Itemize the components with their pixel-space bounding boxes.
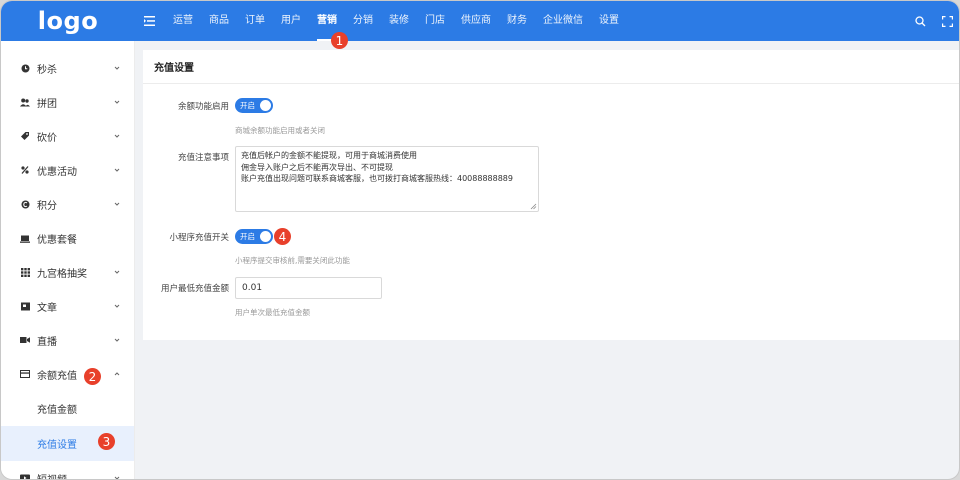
- chevron-down-icon: [114, 270, 120, 274]
- sidebar-item-jifen[interactable]: 积分: [1, 187, 134, 221]
- app-window: logo 运营 商品 订单 用户 营销 分销 装修 门店 供应商 财务 企业微信…: [0, 0, 960, 480]
- sidebar-item-jiugonggechoujiang[interactable]: 九宫格抽奖: [1, 255, 134, 289]
- sidebar-item-label: 拼团: [37, 98, 57, 110]
- chevron-down-icon: [114, 66, 120, 70]
- sidebar-item-label: 优惠套餐: [37, 234, 77, 246]
- notice-label: 充值注意事项: [177, 153, 229, 163]
- switch-text: 开启: [240, 232, 255, 241]
- nav-item-gongyingshang[interactable]: 供应商: [453, 1, 499, 41]
- sidebar-item-label: 秒杀: [37, 64, 57, 76]
- switch-knob: [260, 100, 271, 111]
- mini-program-hint: 小程序提交审核前,需要关闭此功能: [235, 256, 350, 265]
- nav-item-yunying[interactable]: 运营: [165, 1, 201, 41]
- chevron-down-icon: [114, 338, 120, 342]
- nav-item-caiwu[interactable]: 财务: [499, 1, 535, 41]
- sidebar: 秒杀 拼团 砍价 优惠活动 积分 优惠套餐 九宫格抽奖 文章 直播 余额充值 充…: [1, 41, 135, 480]
- sidebar-sub-chongzhijine[interactable]: 充值金额: [1, 391, 134, 426]
- sidebar-item-label: 砍价: [37, 132, 57, 144]
- sidebar-item-label: 优惠活动: [37, 166, 77, 178]
- balance-enable-label: 余额功能启用: [177, 102, 229, 112]
- notice-textarea[interactable]: 充值后帐户的金额不能提现，可用于商城消费使用 佣金导入账户之后不能再次导出、不可…: [235, 146, 539, 212]
- nav-item-shangpin[interactable]: 商品: [201, 1, 237, 41]
- menu-toggle-icon[interactable]: [137, 1, 161, 41]
- sidebar-item-label: 直播: [37, 336, 57, 348]
- min-amount-input[interactable]: 0.01: [235, 277, 382, 299]
- mini-program-switch[interactable]: 开启: [235, 229, 273, 244]
- search-icon[interactable]: [915, 12, 926, 31]
- notice-line: 充值后帐户的金额不能提现，可用于商城消费使用: [241, 151, 417, 160]
- nav-item-dingdan[interactable]: 订单: [237, 1, 273, 41]
- short-video-icon: [19, 472, 31, 479]
- sidebar-item-label: 余额充值: [37, 370, 77, 382]
- callout-marker: 4: [274, 228, 291, 245]
- sidebar-item-zhibo[interactable]: 直播: [1, 323, 134, 357]
- chevron-down-icon: [114, 134, 120, 138]
- callout-marker: 1: [331, 32, 348, 49]
- sidebar-item-yuechongzhi[interactable]: 余额充值: [1, 357, 134, 391]
- sidebar-sub-label: 充值金额: [37, 405, 77, 416]
- nav-item-fenxiao[interactable]: 分销: [345, 1, 381, 41]
- tag-icon: [19, 130, 31, 142]
- main-nav: 运营 商品 订单 用户 营销 分销 装修 门店 供应商 财务 企业微信 设置: [165, 1, 627, 41]
- nav-item-shezhi[interactable]: 设置: [591, 1, 627, 41]
- min-amount-hint: 用户单次最低充值金额: [235, 308, 310, 317]
- callout-marker: 2: [84, 368, 101, 385]
- chevron-down-icon: [114, 202, 120, 206]
- sidebar-item-pintuan[interactable]: 拼团: [1, 85, 134, 119]
- logo: logo: [37, 7, 99, 35]
- article-icon: [19, 300, 31, 312]
- top-bar: logo 运营 商品 订单 用户 营销 分销 装修 门店 供应商 财务 企业微信…: [1, 1, 959, 41]
- notice-line: 账户充值出现问题可联系商城客服，也可拨打商城客服热线：40088888889: [241, 174, 513, 183]
- resize-grip-icon[interactable]: [530, 203, 537, 210]
- chevron-up-icon: [114, 372, 120, 376]
- switch-knob: [260, 231, 271, 242]
- balance-enable-switch[interactable]: 开启: [235, 98, 273, 113]
- sidebar-item-label: 短视频: [37, 474, 67, 480]
- nav-item-qiyeweixin[interactable]: 企业微信: [535, 1, 591, 41]
- mini-program-label: 小程序充值开关: [169, 233, 229, 243]
- wallet-icon: [19, 368, 31, 380]
- min-amount-label: 用户最低充值金额: [160, 284, 229, 294]
- sidebar-sub-label: 充值设置: [37, 440, 77, 451]
- nav-item-yonghu[interactable]: 用户: [273, 1, 309, 41]
- sidebar-item-duanshipin[interactable]: 短视频: [1, 461, 134, 480]
- video-icon: [19, 334, 31, 346]
- chevron-down-icon: [114, 476, 120, 479]
- sidebar-item-label: 积分: [37, 200, 57, 212]
- nav-item-zhuangxiu[interactable]: 装修: [381, 1, 417, 41]
- chevron-down-icon: [114, 100, 120, 104]
- sidebar-item-youhuitaocan[interactable]: 优惠套餐: [1, 221, 134, 255]
- nav-item-mendian[interactable]: 门店: [417, 1, 453, 41]
- balance-enable-hint: 商城余额功能启用或者关闭: [235, 126, 325, 135]
- group-icon: [19, 96, 31, 108]
- switch-text: 开启: [240, 101, 255, 110]
- fullscreen-icon[interactable]: [942, 12, 953, 31]
- panel-title: 充值设置: [143, 50, 959, 84]
- discount-icon: [19, 164, 31, 176]
- chevron-down-icon: [114, 304, 120, 308]
- chevron-down-icon: [114, 168, 120, 172]
- sidebar-item-label: 文章: [37, 302, 57, 314]
- min-amount-value: 0.01: [242, 283, 263, 293]
- sidebar-item-label: 九宫格抽奖: [37, 268, 87, 280]
- sidebar-item-wenzhang[interactable]: 文章: [1, 289, 134, 323]
- top-icons: [915, 1, 953, 41]
- settings-panel: 充值设置 余额功能启用 开启 商城余额功能启用或者关闭 充值注意事项 充值后帐户…: [143, 50, 959, 340]
- points-icon: [19, 198, 31, 210]
- package-icon: [19, 232, 31, 244]
- clock-icon: [19, 62, 31, 74]
- notice-line: 佣金导入账户之后不能再次导出、不可提现: [241, 162, 393, 172]
- logo-area[interactable]: logo: [1, 1, 135, 41]
- callout-marker: 3: [98, 433, 115, 450]
- sidebar-item-miaosha[interactable]: 秒杀: [1, 51, 134, 85]
- grid-icon: [19, 266, 31, 278]
- sidebar-item-youhuihuodong[interactable]: 优惠活动: [1, 153, 134, 187]
- sidebar-item-kanjia[interactable]: 砍价: [1, 119, 134, 153]
